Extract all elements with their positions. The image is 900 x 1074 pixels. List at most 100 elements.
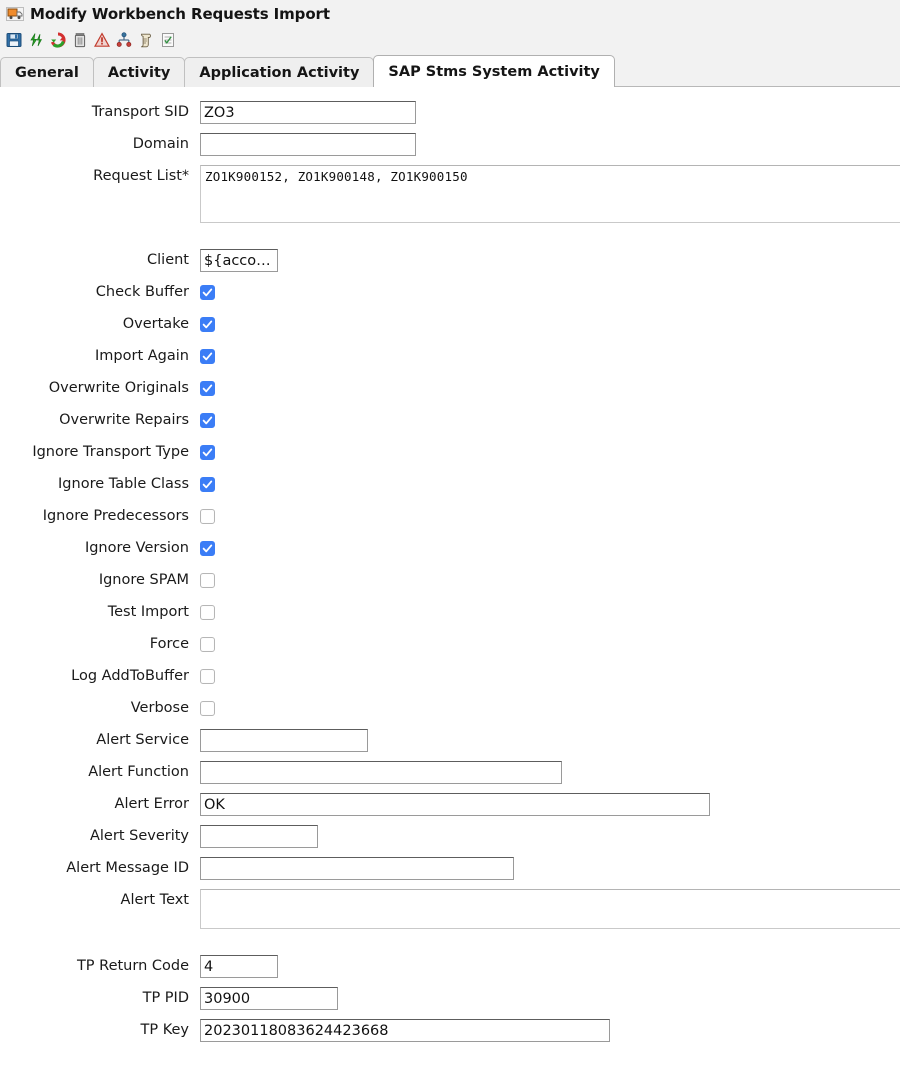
alert-button[interactable] (92, 30, 112, 50)
alert-severity-input[interactable] (200, 825, 318, 848)
window-title: Modify Workbench Requests Import (30, 5, 330, 23)
field-row-alert-message-id: Alert Message ID (0, 857, 900, 880)
field-row-ignore-predecessors: Ignore Predecessors (0, 505, 900, 527)
label-client: Client (0, 249, 200, 271)
tab-sap-stms-system-activity[interactable]: SAP Stms System Activity (373, 55, 614, 87)
label-domain: Domain (0, 133, 200, 155)
spacer-2 (0, 938, 900, 955)
alert-message-id-input[interactable] (200, 857, 514, 880)
checkmark-icon (202, 287, 213, 298)
ignore-spam-checkbox[interactable] (200, 573, 215, 588)
alert-text-textarea[interactable] (200, 889, 900, 929)
scroll-icon (138, 32, 154, 48)
ignore-predecessors-checkbox[interactable] (200, 509, 215, 524)
field-row-tp-key: TP Key (0, 1019, 900, 1042)
refresh-button[interactable] (26, 30, 46, 50)
field-row-verbose: Verbose (0, 697, 900, 719)
window-titlebar: Modify Workbench Requests Import (0, 0, 900, 28)
verbose-checkbox[interactable] (200, 701, 215, 716)
ignore-version-checkbox[interactable] (200, 541, 215, 556)
transport-sid-input[interactable] (200, 101, 416, 124)
checkmark-icon (202, 319, 213, 330)
checkmark-icon (202, 415, 213, 426)
field-row-check-buffer: Check Buffer (0, 281, 900, 303)
label-ignore-transport-type: Ignore Transport Type (0, 441, 200, 463)
label-overwrite-repairs: Overwrite Repairs (0, 409, 200, 431)
field-row-domain: Domain (0, 133, 900, 156)
field-row-alert-severity: Alert Severity (0, 825, 900, 848)
field-row-request-list: Request List* ZO1K900152, ZO1K900148, ZO… (0, 165, 900, 223)
label-log-addtobuffer: Log AddToBuffer (0, 665, 200, 687)
field-row-alert-text: Alert Text (0, 889, 900, 929)
label-request-list: Request List* (0, 165, 200, 187)
field-row-client: Client (0, 249, 900, 272)
client-input[interactable] (200, 249, 278, 272)
warning-icon (94, 32, 110, 48)
field-row-transport-sid: Transport SID (0, 101, 900, 124)
save-button[interactable] (4, 30, 24, 50)
overtake-checkbox[interactable] (200, 317, 215, 332)
required-marker: * (182, 168, 189, 184)
checkmark-icon (202, 479, 213, 490)
field-row-ignore-transport-type: Ignore Transport Type (0, 441, 900, 463)
ignore-table-class-checkbox[interactable] (200, 477, 215, 492)
label-alert-severity: Alert Severity (0, 825, 200, 847)
checklist-button[interactable] (158, 30, 178, 50)
tab-activity[interactable]: Activity (93, 57, 186, 87)
label-ignore-version: Ignore Version (0, 537, 200, 559)
ignore-transport-type-checkbox[interactable] (200, 445, 215, 460)
checkmark-icon (202, 351, 213, 362)
label-ignore-predecessors: Ignore Predecessors (0, 505, 200, 527)
request-list-textarea[interactable]: ZO1K900152, ZO1K900148, ZO1K900150 (200, 165, 900, 223)
tab-filler (614, 57, 900, 87)
field-row-force: Force (0, 633, 900, 655)
overwrite-repairs-checkbox[interactable] (200, 413, 215, 428)
label-tp-return-code: TP Return Code (0, 955, 200, 977)
trash-icon (72, 32, 88, 48)
force-checkbox[interactable] (200, 637, 215, 652)
test-import-checkbox[interactable] (200, 605, 215, 620)
script-button[interactable] (136, 30, 156, 50)
checkmark-icon (202, 383, 213, 394)
label-ignore-table-class: Ignore Table Class (0, 473, 200, 495)
import-again-checkbox[interactable] (200, 349, 215, 364)
label-request-list-text: Request List (93, 168, 182, 184)
alert-function-input[interactable] (200, 761, 562, 784)
label-force: Force (0, 633, 200, 655)
alert-error-input[interactable] (200, 793, 710, 816)
field-row-overtake: Overtake (0, 313, 900, 335)
check-buffer-checkbox[interactable] (200, 285, 215, 300)
label-verbose: Verbose (0, 697, 200, 719)
tp-return-code-input[interactable] (200, 955, 278, 978)
label-test-import: Test Import (0, 601, 200, 623)
alert-service-input[interactable] (200, 729, 368, 752)
field-row-test-import: Test Import (0, 601, 900, 623)
checkmark-icon (202, 447, 213, 458)
spacer (0, 232, 900, 249)
reload-button[interactable] (48, 30, 68, 50)
hierarchy-button[interactable] (114, 30, 134, 50)
field-row-alert-function: Alert Function (0, 761, 900, 784)
label-import-again: Import Again (0, 345, 200, 367)
field-row-import-again: Import Again (0, 345, 900, 367)
label-tp-pid: TP PID (0, 987, 200, 1009)
delete-button[interactable] (70, 30, 90, 50)
label-ignore-spam: Ignore SPAM (0, 569, 200, 591)
label-tp-key: TP Key (0, 1019, 200, 1041)
label-alert-message-id: Alert Message ID (0, 857, 200, 879)
field-row-overwrite-originals: Overwrite Originals (0, 377, 900, 399)
overwrite-originals-checkbox[interactable] (200, 381, 215, 396)
log-addtobuffer-checkbox[interactable] (200, 669, 215, 684)
tp-pid-input[interactable] (200, 987, 338, 1010)
tab-general[interactable]: General (0, 57, 94, 87)
label-alert-error: Alert Error (0, 793, 200, 815)
field-row-ignore-table-class: Ignore Table Class (0, 473, 900, 495)
label-alert-function: Alert Function (0, 761, 200, 783)
tab-application-activity[interactable]: Application Activity (184, 57, 374, 87)
domain-input[interactable] (200, 133, 416, 156)
field-row-ignore-spam: Ignore SPAM (0, 569, 900, 591)
field-row-tp-return-code: TP Return Code (0, 955, 900, 978)
label-alert-text: Alert Text (0, 889, 200, 911)
checklist-icon (160, 32, 176, 48)
tp-key-input[interactable] (200, 1019, 610, 1042)
